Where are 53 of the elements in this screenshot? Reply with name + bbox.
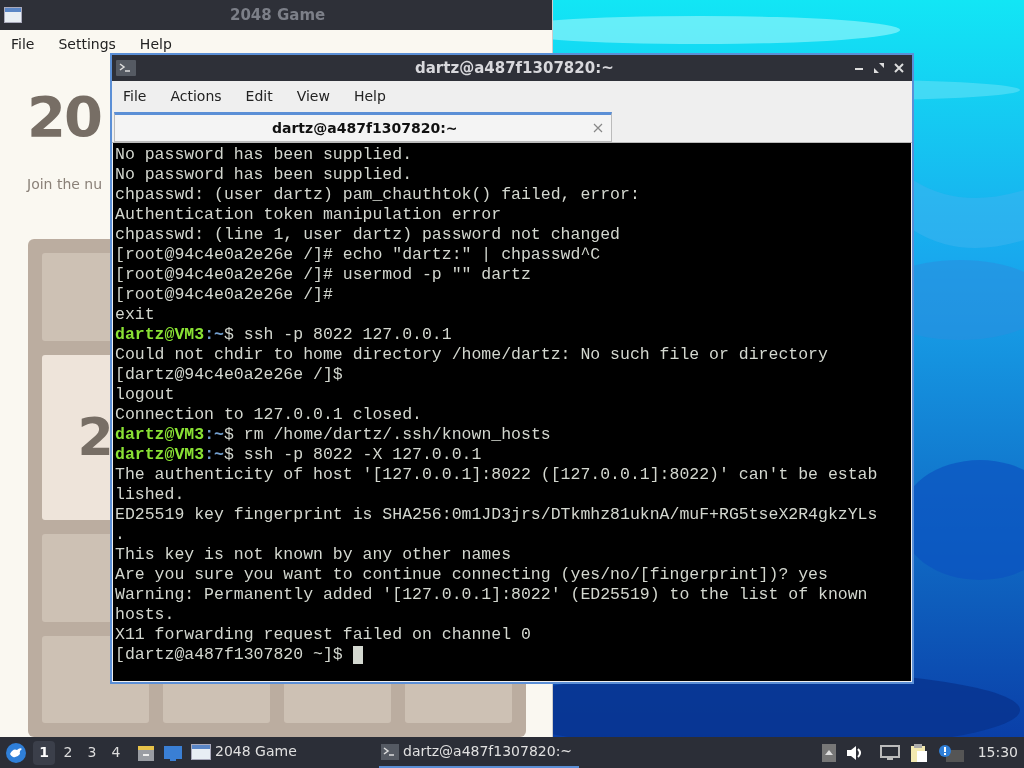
window-icon — [191, 743, 211, 760]
terminal-line: X11 forwarding request failed on channel 0 — [115, 625, 531, 645]
close-icon[interactable] — [894, 63, 904, 73]
window-title: dartz@a487f1307820:~ — [415, 57, 614, 79]
terminal-line: [root@94c4e0a2e26e /]# echo "dartz:" | chpasswd^C — [115, 245, 601, 265]
terminal-tab[interactable]: dartz@a487f1307820:~ — [114, 112, 612, 142]
window-title: 2048 Game — [230, 4, 326, 26]
game-title: 20 — [27, 84, 101, 150]
menu-item[interactable]: File — [3, 31, 43, 57]
workspace-button[interactable]: 1 — [33, 740, 55, 765]
terminal-icon — [381, 743, 399, 760]
terminal-line: [root@94c4e0a2e26e /]# — [115, 285, 333, 305]
volume-icon[interactable] — [845, 744, 864, 761]
clipboard-icon[interactable] — [909, 742, 928, 763]
terminal-line: No password has been supplied. — [115, 145, 413, 165]
taskbar-button[interactable]: dartz@a487f1307820:~ — [379, 737, 579, 768]
terminal-line: hosts. — [115, 605, 175, 625]
menu-item[interactable]: Edit — [236, 83, 282, 109]
terminal-line: [dartz@a487f1307820 ~]$ — [115, 645, 343, 665]
terminal-line: Warning: Permanently added '[127.0.0.1]:8022' (ED25519) to the list of known — [115, 585, 868, 605]
terminal-line: Are you sure you want to continue connecting (yes/no/[fingerprint])? yes — [115, 565, 828, 585]
game-intro: Join the nu — [27, 175, 103, 194]
terminal-line: No password has been supplied. — [115, 165, 413, 185]
maximize-icon[interactable] — [874, 63, 884, 73]
terminal-line: [root@94c4e0a2e26e /]# usermod -p "" dartz — [115, 265, 531, 285]
menu-item[interactable]: Settings — [50, 31, 124, 57]
terminal-line: chpasswd: (user dartz) pam_chauthtok() failed, error: — [115, 185, 640, 205]
start-menu-icon[interactable] — [5, 741, 27, 764]
notification-icon[interactable] — [937, 743, 964, 762]
terminal-line: This key is not known by any other names — [115, 545, 512, 565]
taskbar-button[interactable]: 2048 Game — [189, 737, 379, 768]
terminal-line: dartz@VM3:~$ ssh -p 8022 127.0.0.1 — [115, 325, 452, 345]
terminal-line: . — [115, 525, 125, 545]
menu-item[interactable]: Help — [131, 31, 180, 57]
menu-item[interactable]: Help — [344, 83, 395, 109]
clock: 15:30 — [977, 743, 1018, 762]
workspace-button[interactable]: 2 — [57, 740, 79, 765]
terminal-line: chpasswd: (line 1, user dartz) password not changed — [115, 225, 620, 245]
workspace-button[interactable]: 3 — [81, 740, 103, 765]
terminal-icon — [116, 60, 136, 76]
file-manager-icon[interactable] — [137, 743, 155, 762]
tray-expand-icon[interactable] — [821, 743, 836, 762]
terminal-line: Authentication token manipulation error — [115, 205, 502, 225]
desktop-icon[interactable] — [163, 743, 183, 762]
close-tab-icon[interactable] — [593, 123, 603, 133]
text-cursor — [352, 646, 363, 664]
window-icon — [4, 7, 22, 23]
network-icon[interactable] — [879, 744, 900, 761]
workspace-button[interactable]: 4 — [105, 740, 127, 765]
menu-item[interactable]: Actions — [161, 83, 231, 109]
menu-item[interactable]: File — [114, 83, 156, 109]
terminal-line: exit — [115, 305, 155, 325]
menu-item[interactable]: View — [287, 83, 339, 109]
